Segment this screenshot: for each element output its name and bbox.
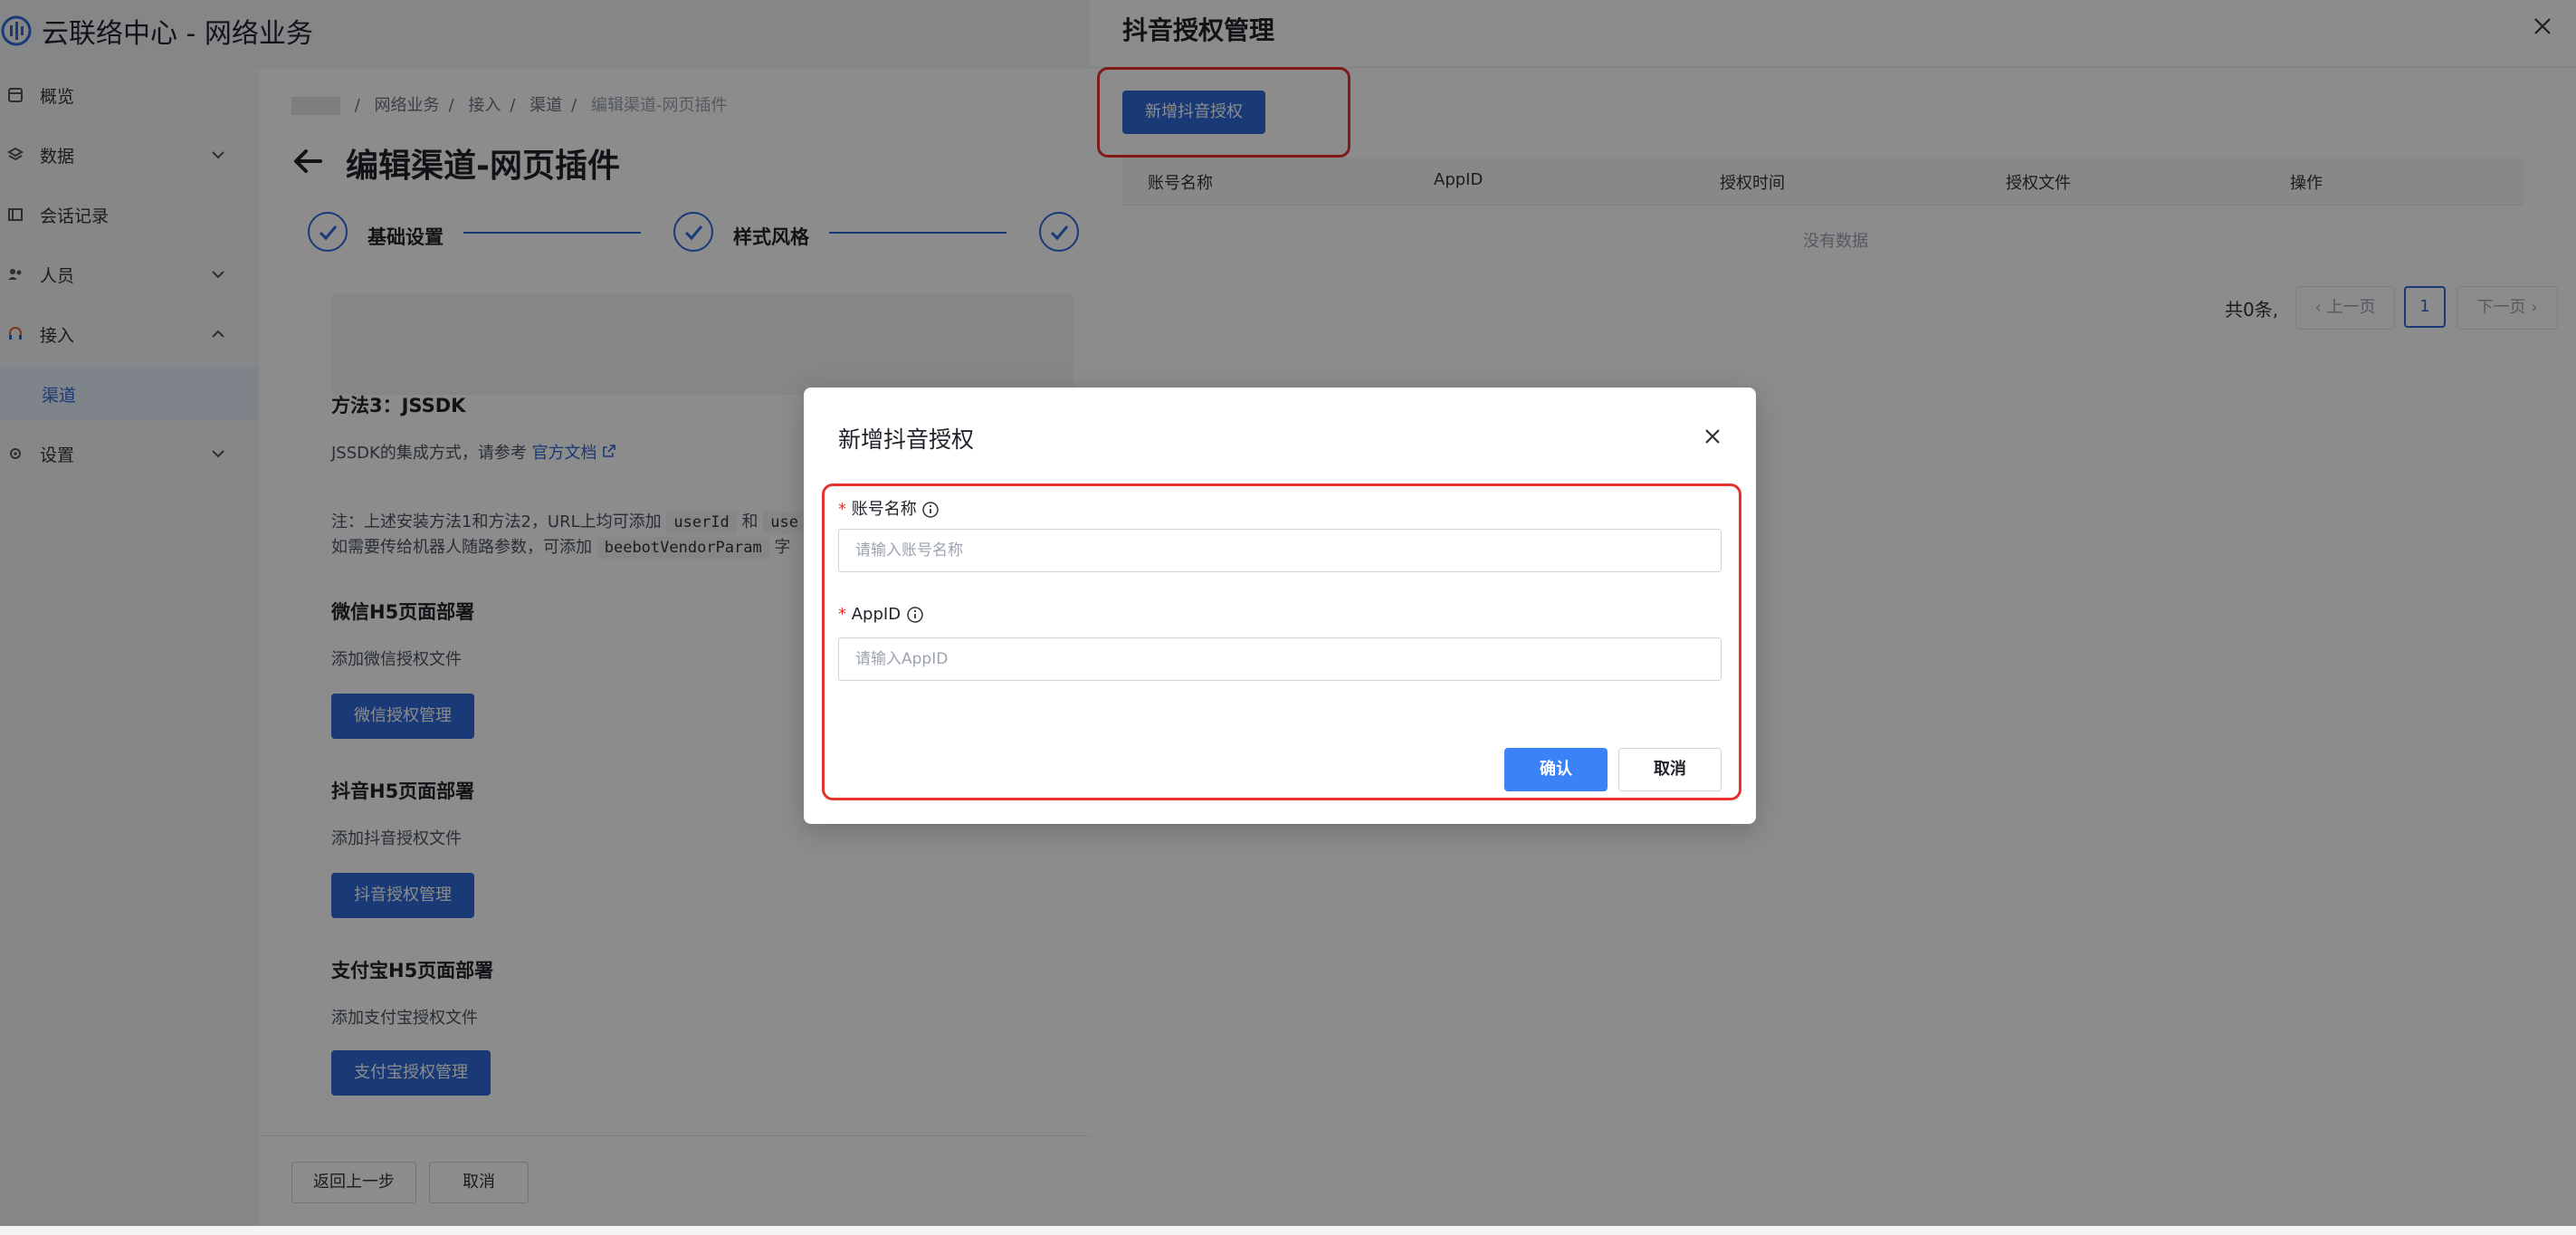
appid-input[interactable]	[838, 637, 1722, 681]
required-mark: *	[838, 605, 846, 624]
appid-label: * AppID	[838, 605, 924, 624]
browser-bottom-strip	[0, 1226, 2576, 1235]
account-name-input[interactable]	[838, 529, 1722, 572]
info-icon[interactable]	[906, 606, 924, 624]
required-mark: *	[838, 500, 846, 519]
confirm-button[interactable]: 确认	[1504, 748, 1608, 791]
add-douyin-auth-modal: 新增抖音授权 * 账号名称 * AppID 确认 取消	[804, 388, 1756, 824]
account-name-label: * 账号名称	[838, 496, 940, 520]
close-icon[interactable]	[1700, 424, 1725, 449]
cancel-button[interactable]: 取消	[1618, 748, 1722, 791]
modal-title: 新增抖音授权	[838, 426, 975, 453]
info-icon[interactable]	[921, 501, 940, 519]
